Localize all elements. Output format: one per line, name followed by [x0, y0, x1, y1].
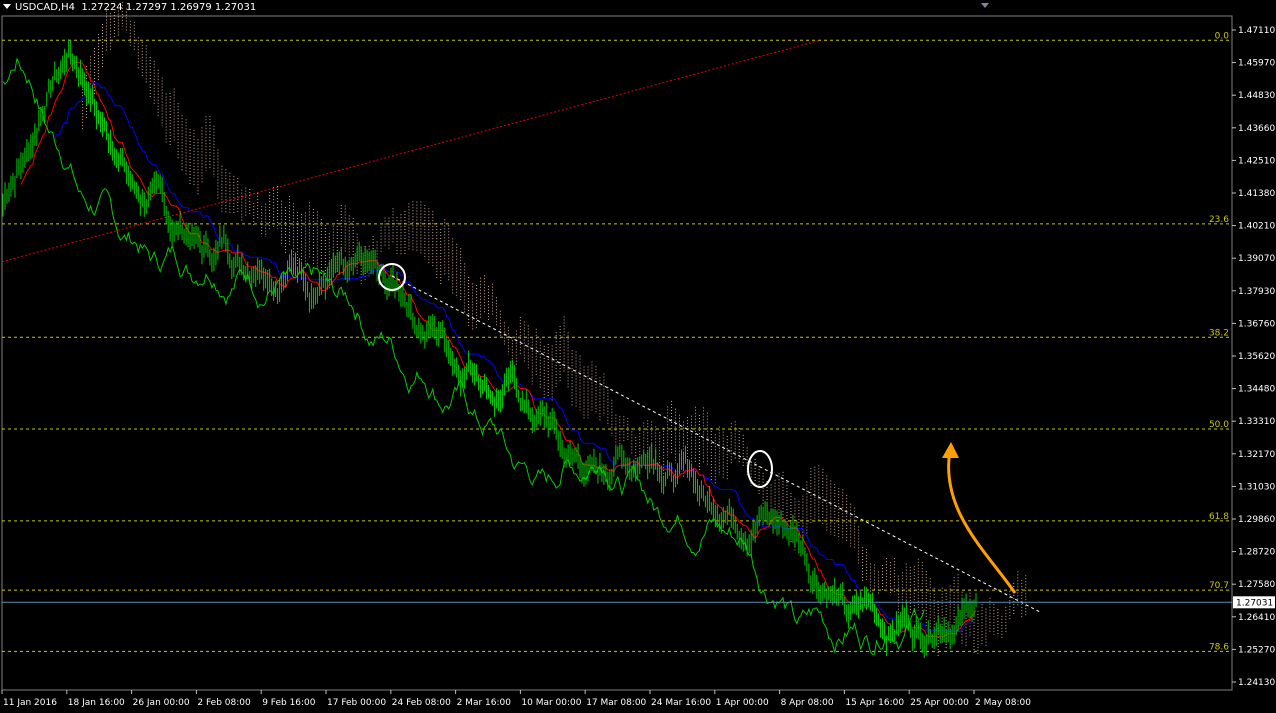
y-tick-label: 1.33310: [1238, 417, 1275, 427]
x-tick-label: 26 Jan 00:00: [133, 698, 190, 708]
y-tick-label: 1.29860: [1238, 515, 1275, 525]
x-tick-label: 9 Feb 16:00: [262, 698, 316, 708]
shift-marker-icon: [981, 3, 989, 8]
x-tick-label: 18 Jan 16:00: [68, 698, 125, 708]
touch-marker: [747, 450, 773, 488]
y-tick-label: 1.25270: [1238, 645, 1275, 655]
x-tick-label: 17 Mar 08:00: [586, 698, 646, 708]
fib-level-label: 38.2: [1209, 328, 1229, 338]
y-tick-label: 1.44830: [1238, 91, 1275, 101]
y-tick-label: 1.28720: [1238, 548, 1275, 558]
x-tick-label: 2 Feb 08:00: [197, 698, 251, 708]
chart-frame: [1, 15, 1233, 691]
x-tick-label: 24 Feb 08:00: [392, 698, 451, 708]
price-chart[interactable]: 1.47110 1.45970 1.44830 1.43660 1.42510 1.413…: [0, 0, 1276, 713]
x-tick-label: 11 Jan 2016: [3, 698, 57, 708]
price-bars: [2, 39, 977, 659]
y-tick-label: 1.42510: [1238, 156, 1275, 166]
y-tick-label: 1.36760: [1238, 319, 1275, 329]
arrow-head-icon: [942, 442, 959, 458]
trend-line: [391, 275, 1041, 613]
y-tick-label: 1.41380: [1238, 189, 1275, 199]
fib-level-label: 23.6: [1209, 215, 1229, 225]
x-tick-label: 15 Apr 16:00: [845, 698, 904, 708]
x-tick-label: 8 Apr 08:00: [781, 698, 834, 708]
y-tick-label: 1.31030: [1238, 482, 1275, 492]
current-price-label: 1.27031: [1236, 598, 1273, 608]
x-tick-label: 10 Mar 00:00: [521, 698, 581, 708]
y-tick-label: 1.34480: [1238, 385, 1275, 395]
y-tick-label: 1.37930: [1238, 287, 1275, 297]
x-tick-label: 24 Mar 16:00: [651, 698, 711, 708]
y-tick-label: 1.39070: [1238, 254, 1275, 264]
y-tick-label: 1.24130: [1238, 678, 1275, 688]
y-tick-label: 1.43660: [1238, 124, 1275, 134]
fib-level-label: 0.0: [1215, 31, 1230, 41]
bullish-arrow: [947, 449, 1017, 594]
x-tick-label: 1 Apr 00:00: [716, 698, 769, 708]
x-tick-label: 17 Feb 00:00: [327, 698, 386, 708]
y-tick-label: 1.45970: [1238, 59, 1275, 69]
y-tick-label: 1.26410: [1238, 613, 1275, 623]
y-tick-label: 1.35620: [1238, 352, 1275, 362]
kijun-line: [54, 82, 976, 633]
y-tick-label: 1.40210: [1238, 222, 1275, 232]
fib-level-label: 50.0: [1209, 420, 1229, 430]
x-tick-label: 2 Mar 16:00: [457, 698, 512, 708]
x-tick-label: 2 May 08:00: [975, 698, 1031, 708]
fib-level-label: 61.8: [1209, 512, 1229, 522]
y-tick-label: 1.27580: [1238, 580, 1275, 590]
tenkan-line: [20, 61, 977, 638]
y-tick-label: 1.32170: [1238, 450, 1275, 460]
x-tick-label: 25 Apr 00:00: [910, 698, 969, 708]
fib-level-label: 78.6: [1209, 642, 1229, 652]
y-tick-label: 1.47110: [1238, 26, 1275, 36]
fib-level-label: 70.7: [1209, 581, 1229, 591]
ichimoku-cloud: [82, 0, 1027, 658]
